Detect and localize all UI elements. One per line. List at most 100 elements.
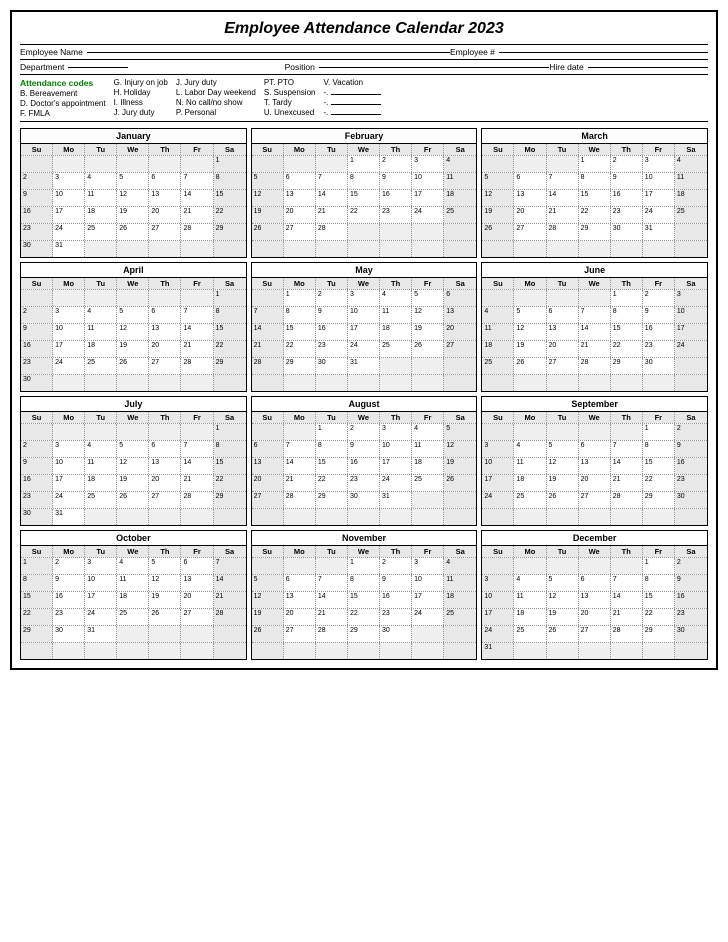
- cal-day: 27: [444, 341, 476, 357]
- cal-day: 1: [348, 558, 380, 574]
- cal-day: [21, 424, 53, 440]
- cal-day: 20: [579, 609, 611, 625]
- cal-day: 22: [21, 609, 53, 625]
- cal-day: 13: [284, 592, 316, 608]
- cal-day: 15: [214, 324, 246, 340]
- day-header-tu: Tu: [85, 144, 117, 155]
- cal-day: 18: [85, 475, 117, 491]
- cal-day: 2: [21, 307, 53, 323]
- day-number: 5: [484, 174, 511, 181]
- cal-day: 6: [514, 173, 546, 189]
- day-number: 17: [55, 208, 82, 215]
- cal-day: [412, 375, 444, 391]
- cal-day: 5: [547, 575, 579, 591]
- cal-day: [444, 492, 476, 508]
- cal-day: 29: [284, 358, 316, 374]
- cal-day: 10: [675, 307, 707, 323]
- cal-day: [117, 424, 149, 440]
- cal-day: 29: [348, 626, 380, 642]
- cal-day: 10: [482, 592, 514, 608]
- cal-day: 10: [643, 173, 675, 189]
- cal-day: 8: [214, 441, 246, 457]
- cal-day: 24: [53, 224, 85, 240]
- day-number: 20: [151, 208, 178, 215]
- day-header-mo: Mo: [284, 412, 316, 423]
- day-number: 22: [318, 476, 345, 483]
- day-header-mo: Mo: [514, 144, 546, 155]
- day-number: 29: [645, 627, 672, 634]
- day-number: 15: [216, 325, 244, 332]
- week-row-5: 30: [21, 374, 246, 391]
- month-title-january: January: [21, 129, 246, 144]
- cal-day: [316, 643, 348, 659]
- week-row-3: 16171819202122: [21, 206, 246, 223]
- day-number: 26: [446, 476, 474, 483]
- cal-day: [316, 375, 348, 391]
- cal-day: 16: [380, 190, 412, 206]
- cal-day: 17: [380, 458, 412, 474]
- cal-day: 18: [85, 207, 117, 223]
- day-number: 2: [23, 308, 50, 315]
- day-number: 22: [645, 610, 672, 617]
- day-number: 18: [87, 208, 114, 215]
- day-number: 23: [382, 610, 409, 617]
- day-number: 18: [414, 459, 441, 466]
- day-header-su: Su: [252, 278, 284, 289]
- cal-day: 26: [482, 224, 514, 240]
- day-header-su: Su: [482, 278, 514, 289]
- cal-day: 4: [85, 307, 117, 323]
- cal-day: 22: [214, 207, 246, 223]
- week-row-2: 9101112131415: [21, 189, 246, 206]
- code-f: F. FMLA: [20, 109, 106, 118]
- day-number: 3: [414, 559, 441, 566]
- week-row-2: 9101112131415: [21, 457, 246, 474]
- cal-day: [149, 290, 181, 306]
- cal-day: 15: [284, 324, 316, 340]
- cal-day: [252, 290, 284, 306]
- cal-day: [675, 375, 707, 391]
- cal-day: 19: [252, 207, 284, 223]
- cal-day: 9: [348, 441, 380, 457]
- day-number: 22: [216, 208, 244, 215]
- day-number: 10: [484, 593, 511, 600]
- cal-day: 4: [412, 424, 444, 440]
- day-number: 4: [382, 291, 409, 298]
- codes-col-5: V. Vacation -. -. -.: [323, 78, 380, 118]
- day-header-su: Su: [252, 546, 284, 557]
- calendars-grid: JanuarySuMoTuWeThFrSa1234567891011121314…: [20, 128, 708, 660]
- cal-day: [117, 626, 149, 642]
- cal-day: 15: [643, 458, 675, 474]
- day-number: 9: [23, 325, 50, 332]
- cal-day: 15: [348, 190, 380, 206]
- day-number: 14: [216, 576, 244, 583]
- week-row-0: 12345: [252, 423, 477, 440]
- day-number: 27: [151, 225, 178, 232]
- day-number: 12: [414, 308, 441, 315]
- cal-day: 12: [547, 458, 579, 474]
- cal-day: 9: [21, 324, 53, 340]
- cal-day: 21: [181, 207, 213, 223]
- day-number: 5: [119, 174, 146, 181]
- day-number: 20: [286, 208, 313, 215]
- cal-day: [181, 424, 213, 440]
- code-dash1: -.: [323, 88, 380, 97]
- cal-day: 4: [85, 173, 117, 189]
- cal-day: [547, 643, 579, 659]
- week-row-5: [252, 240, 477, 257]
- day-number: 9: [382, 576, 409, 583]
- cal-day: 17: [348, 324, 380, 340]
- day-number: 28: [183, 225, 210, 232]
- month-title-june: June: [482, 263, 707, 278]
- cal-day: 7: [284, 441, 316, 457]
- day-number: 12: [549, 459, 576, 466]
- day-number: 25: [87, 359, 114, 366]
- day-header-su: Su: [482, 412, 514, 423]
- cal-day: 23: [675, 475, 707, 491]
- cal-day: [149, 156, 181, 172]
- day-header-mo: Mo: [53, 278, 85, 289]
- code-n: N. No call/no show: [176, 98, 256, 107]
- day-header-th: Th: [149, 278, 181, 289]
- cal-day: 13: [284, 190, 316, 206]
- day-number: 27: [446, 342, 474, 349]
- code-dash3: -.: [323, 108, 380, 117]
